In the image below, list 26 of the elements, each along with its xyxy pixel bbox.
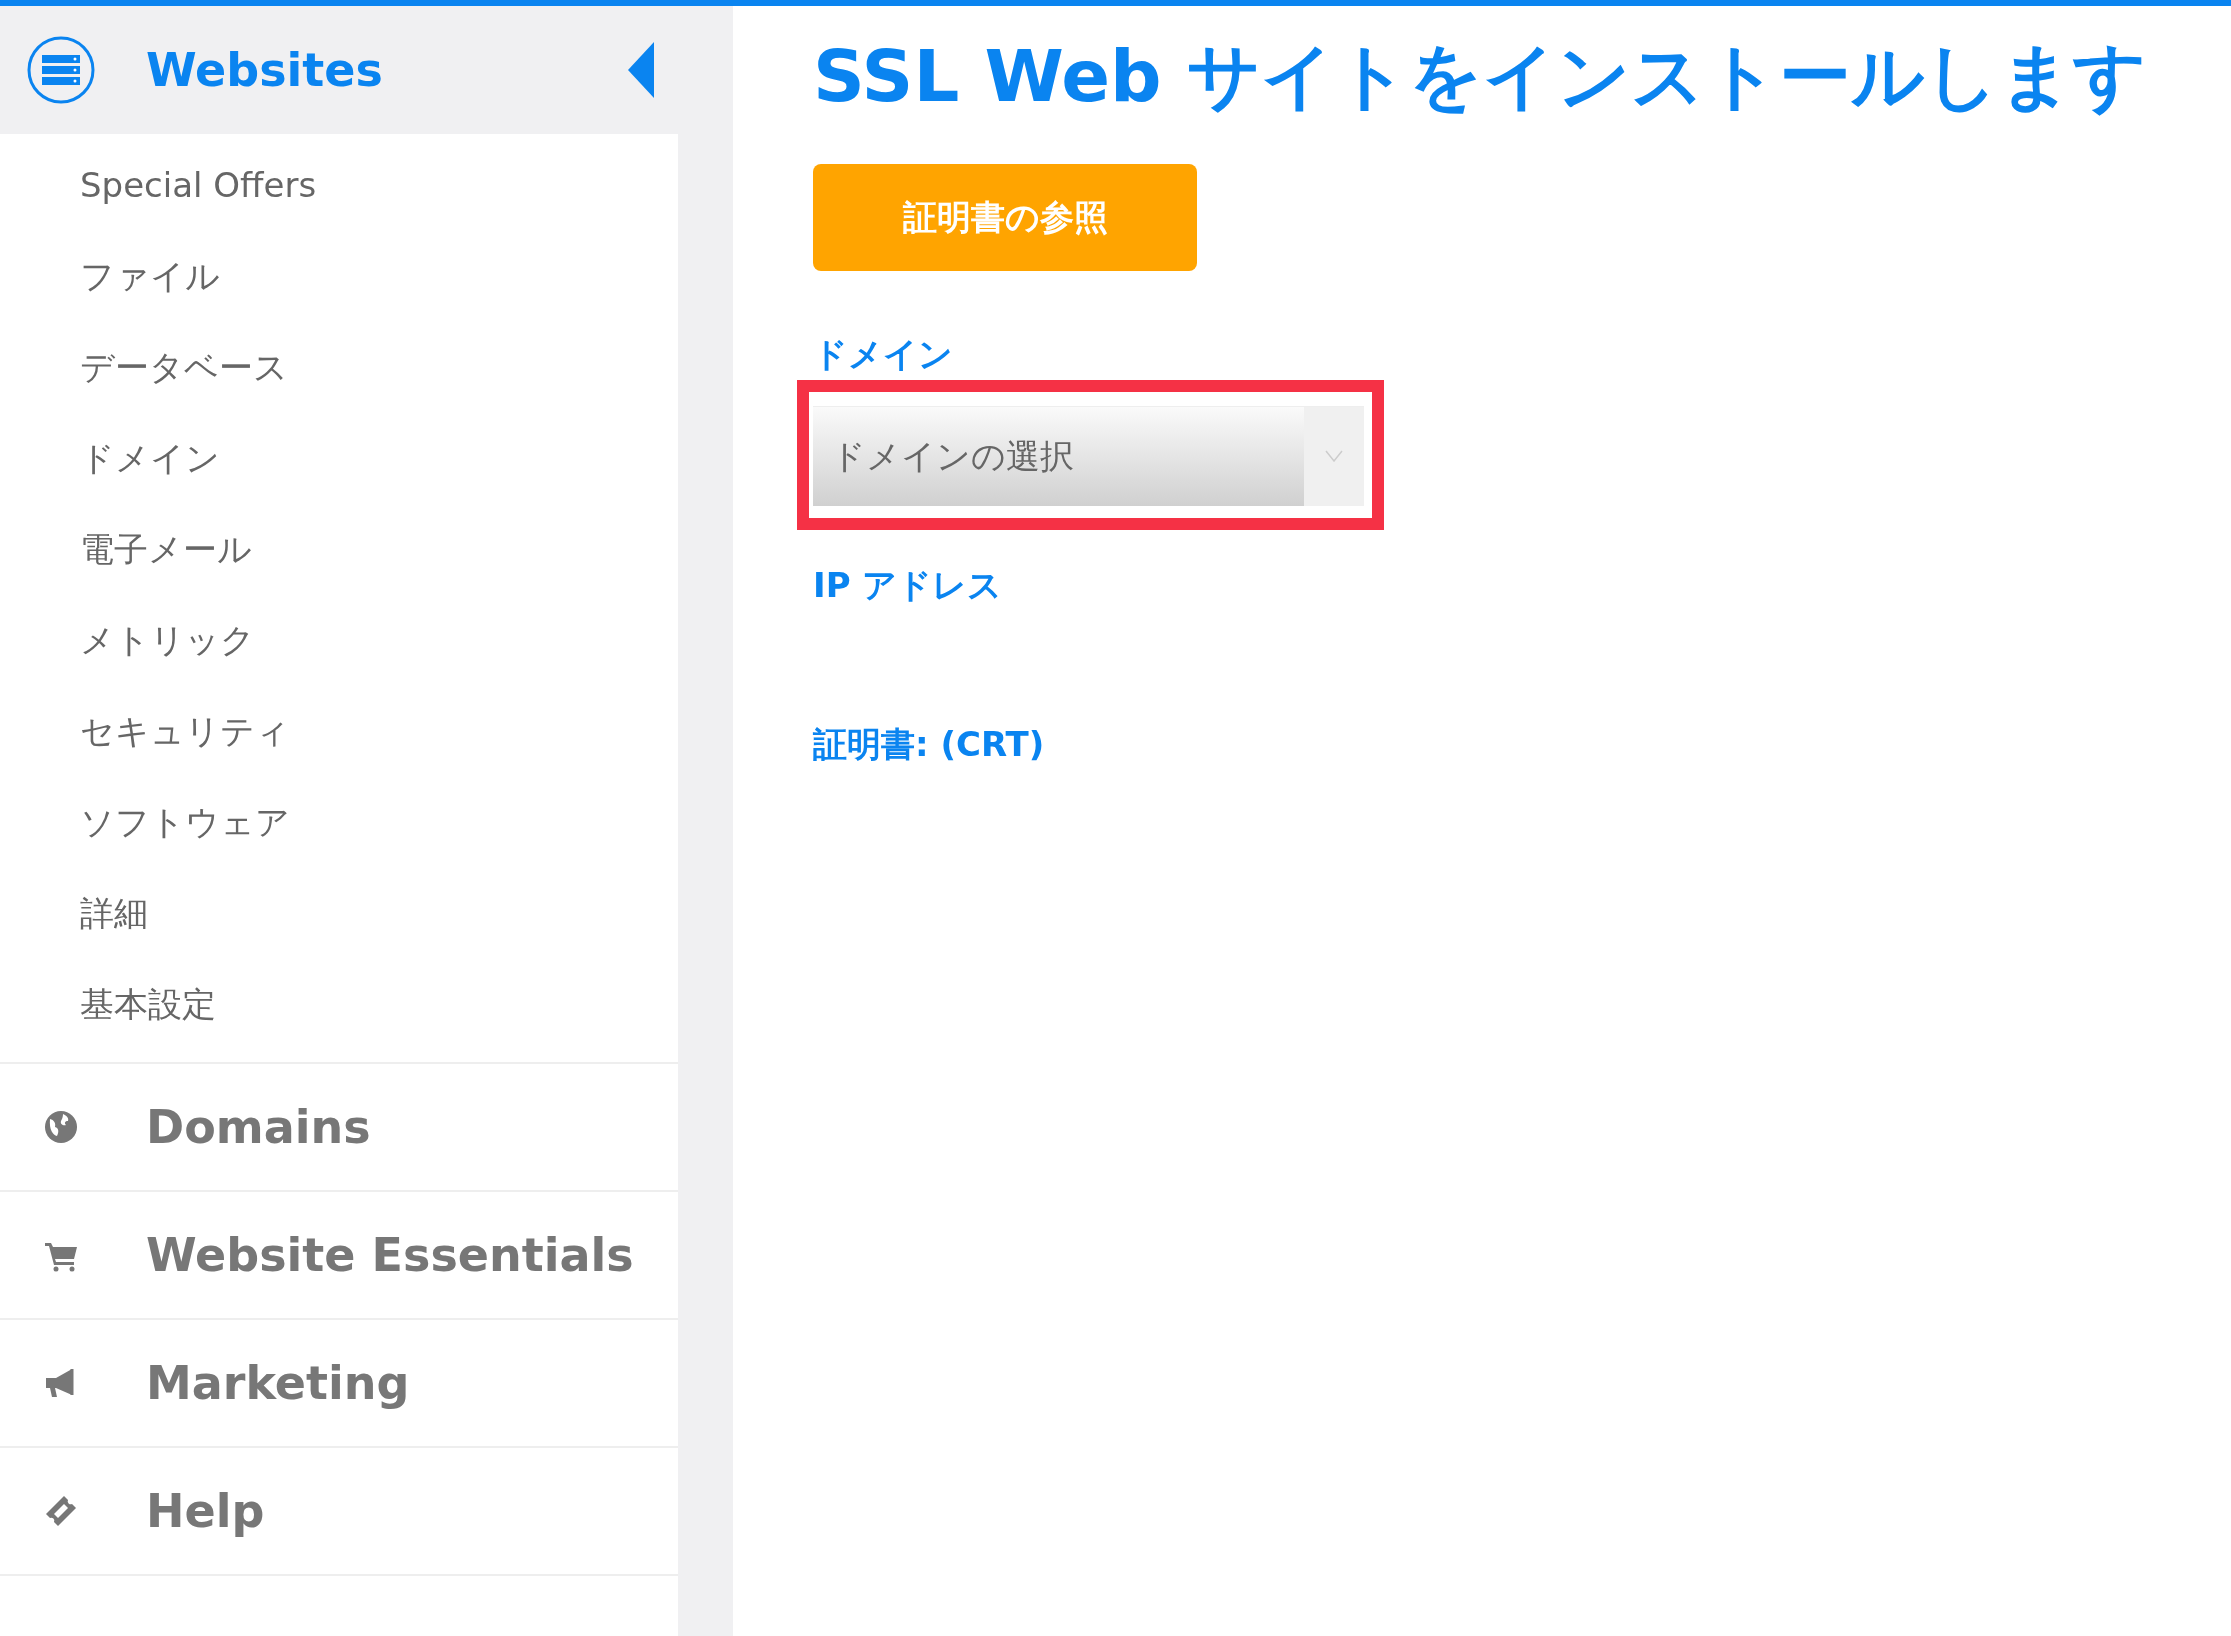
section-label: Marketing: [146, 1354, 410, 1412]
section-label: Help: [146, 1482, 265, 1540]
field-label: ドメイン: [813, 332, 954, 376]
sidebar-item[interactable]: メトリック: [0, 595, 678, 686]
server-icon: [26, 35, 96, 105]
page-title: SSL Web サイトをインストールします: [813, 33, 2148, 120]
domain-select[interactable]: ドメインの選択: [813, 405, 1364, 506]
sidebar-item[interactable]: 電子メール: [0, 504, 678, 595]
section-label: Domains: [146, 1098, 371, 1156]
sidebar-item[interactable]: ファイル: [0, 231, 678, 322]
sidebar-section[interactable]: Websites: [0, 6, 678, 134]
section-label: Websites: [146, 41, 383, 99]
collapse-caret-icon[interactable]: [628, 42, 654, 98]
sidebar-item[interactable]: データベース: [0, 322, 678, 413]
section-label: Website Essentials: [146, 1226, 634, 1284]
chevron-down-icon: [1325, 450, 1343, 463]
globe-icon: [44, 1110, 78, 1144]
sidebar-item[interactable]: セキュリティ: [0, 686, 678, 777]
field-label: IP アドレス: [813, 563, 1004, 607]
ticket-icon: [44, 1494, 78, 1528]
field-label: 証明書: (CRT): [813, 722, 1046, 766]
sidebar-item[interactable]: 詳細: [0, 868, 678, 959]
sidebar-item[interactable]: ソフトウェア: [0, 777, 678, 868]
sidebar-item[interactable]: ドメイン: [0, 413, 678, 504]
sidebar-item[interactable]: Special Offers: [0, 140, 678, 231]
sidebar-item[interactable]: 基本設定: [0, 959, 678, 1050]
